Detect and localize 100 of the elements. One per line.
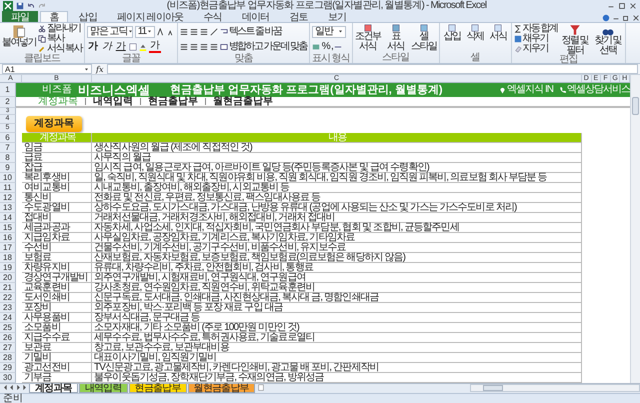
italic-button[interactable]: 가 bbox=[100, 42, 113, 52]
ribbon-tab[interactable]: 홈 bbox=[40, 11, 68, 22]
vertical-scrollbar[interactable] bbox=[630, 75, 640, 383]
table-cell: 유류대, 차량수리비, 주차료, 안전협회비, 검사비, 통행료 bbox=[92, 263, 582, 273]
copy-icon bbox=[38, 35, 46, 43]
style-button[interactable]: 표 서식 bbox=[382, 24, 409, 51]
brand-name: 비즈니스엑셀 bbox=[78, 84, 150, 96]
row-header[interactable]: 30 bbox=[0, 373, 16, 383]
table-cell: 대표이사기밀비, 임직원기밀비 bbox=[92, 353, 582, 363]
new-sheet-icon bbox=[256, 384, 266, 392]
row-header[interactable]: 16 bbox=[0, 233, 16, 243]
clipboard-button[interactable]: 잘라내기 bbox=[38, 24, 82, 34]
sheet-tab[interactable]: 계정과목 bbox=[29, 384, 78, 393]
table-cell: 세무수수료, 법무사수수료, 특허권사용료, 기술료로열티 bbox=[92, 333, 582, 343]
save-icon bbox=[16, 2, 24, 10]
row-header[interactable]: 22 bbox=[0, 293, 16, 303]
row-header[interactable]: 6 bbox=[0, 133, 16, 143]
row-header[interactable]: 27 bbox=[0, 343, 16, 353]
editing-big-button[interactable]: 찾기 및 선택 bbox=[592, 24, 624, 55]
font-size-field[interactable]: 11 bbox=[134, 26, 155, 38]
name-box[interactable]: A1 bbox=[2, 64, 92, 74]
row-header[interactable]: 24 bbox=[0, 313, 16, 323]
percent-button[interactable]: % bbox=[322, 42, 330, 52]
sheet-tab[interactable]: 내역입력 bbox=[78, 384, 128, 393]
cells-button[interactable]: 서식 bbox=[488, 24, 509, 42]
row-header[interactable]: 23 bbox=[0, 303, 16, 313]
border-icon bbox=[128, 42, 137, 50]
editing-button[interactable]: 지우기 bbox=[514, 44, 558, 54]
paste-button[interactable]: 붙여넣기 bbox=[2, 24, 36, 48]
row-header[interactable]: 20 bbox=[0, 273, 16, 283]
wrap-text-button[interactable]: 텍스트 줄 바꿈 bbox=[220, 26, 282, 36]
undo-icon bbox=[27, 2, 35, 10]
caret-icon bbox=[128, 29, 133, 34]
merge-center-button[interactable]: 병합하고 가운데 맞춤 bbox=[220, 42, 307, 52]
underline-button[interactable]: 가 bbox=[114, 42, 127, 52]
row-header[interactable]: 29 bbox=[0, 363, 16, 373]
ribbon-tab[interactable]: 데이터 bbox=[232, 11, 278, 22]
style-button[interactable]: 조건부 서식 bbox=[354, 24, 381, 51]
table-cell: 신문구독료, 도서대금, 인쇄대금, 사진현상대금, 복사대 금, 명함인쇄대금 bbox=[92, 293, 582, 303]
nav-link[interactable]: 월현금출납부 bbox=[213, 97, 273, 106]
table-cell: 기부금 bbox=[22, 373, 92, 383]
row-header[interactable]: 19 bbox=[0, 263, 16, 273]
caret-icon bbox=[338, 29, 343, 34]
row-header[interactable]: 13 bbox=[0, 203, 16, 213]
nav-link[interactable]: 계정과목 bbox=[38, 97, 78, 106]
table-cell: 지급임차료 bbox=[22, 233, 92, 243]
ribbon-tab[interactable]: 페이지 레이아웃 bbox=[108, 11, 192, 22]
row-header[interactable]: 25 bbox=[0, 323, 16, 333]
row-header[interactable]: 21 bbox=[0, 283, 16, 293]
row-header[interactable]: 28 bbox=[0, 353, 16, 363]
ribbon-tab[interactable]: 보기 bbox=[318, 11, 356, 22]
cells-button[interactable]: 삽입 bbox=[442, 24, 463, 42]
table-cell: 임금 bbox=[22, 143, 92, 153]
row-header[interactable]: 9 bbox=[0, 163, 16, 173]
font-color-button[interactable]: 가 bbox=[148, 40, 161, 52]
section-button[interactable]: 계정과목 bbox=[26, 116, 82, 132]
table-cell: 여비교통비 bbox=[22, 183, 92, 193]
ribbon-tab[interactable]: 삽입 bbox=[70, 11, 106, 22]
eraser-icon bbox=[514, 45, 522, 53]
row-header[interactable]: 15 bbox=[0, 223, 16, 233]
formula-input[interactable] bbox=[107, 64, 638, 74]
row-header[interactable]: 14 bbox=[0, 213, 16, 223]
cells-button[interactable]: 삭제 bbox=[464, 24, 486, 42]
nav-link[interactable]: 현금출납부 bbox=[148, 97, 198, 106]
sheet-tab[interactable]: 월현금출납부 bbox=[188, 384, 255, 393]
row-header[interactable]: 17 bbox=[0, 243, 16, 253]
ribbon-tab[interactable]: 검토 bbox=[280, 11, 317, 22]
clipboard-button[interactable]: 복사 bbox=[38, 34, 82, 44]
font-name-field[interactable]: 맑은 고딕 bbox=[86, 26, 133, 38]
row-header[interactable]: 1 bbox=[0, 83, 16, 97]
table-cell: 건물수선비, 기계수선비, 공기구수선비, 비품수선비, 유지보수료 bbox=[92, 243, 582, 253]
number-format-field[interactable]: 일반 bbox=[312, 26, 346, 38]
table-cell: 전화료 및 전신료, 우편료, 정보통신료, 팩스임대사용료 등 bbox=[92, 193, 582, 203]
shrink-font-icon bbox=[166, 28, 175, 36]
editing-big-button[interactable]: 정렬 및 필터 bbox=[559, 24, 590, 55]
row-header[interactable]: 26 bbox=[0, 333, 16, 343]
table-cell: 불우이웃돕기성금, 장학재단기부금, 수재의연금, 방위성금 bbox=[92, 373, 582, 383]
ribbon-tab[interactable]: 파일 bbox=[2, 11, 38, 22]
row-header[interactable]: 18 bbox=[0, 253, 16, 263]
bold-button[interactable]: 가 bbox=[86, 42, 99, 52]
ribbon-tab[interactable]: 수식 bbox=[194, 11, 231, 22]
brand-label: 비즈폼 bbox=[42, 84, 72, 96]
clipboard-button[interactable]: 서식 복사 bbox=[38, 44, 82, 54]
style-button[interactable]: 셀 스타일 bbox=[410, 24, 437, 51]
row-header[interactable]: 2 bbox=[0, 97, 16, 108]
editing-button[interactable]: 자동 합계 bbox=[514, 24, 558, 34]
row-header[interactable]: 10 bbox=[0, 173, 16, 183]
nav-link[interactable]: 내역입력 bbox=[93, 97, 133, 106]
function-label[interactable]: fx bbox=[96, 64, 104, 74]
table-cell: 지급수수료 bbox=[22, 333, 92, 343]
row-header[interactable]: 7 bbox=[0, 143, 16, 153]
banner-link[interactable]: 엑셀지식 IN bbox=[499, 84, 553, 96]
sheet-tab[interactable]: 현금출납부 bbox=[128, 384, 187, 393]
banner-link[interactable]: 엑셀상담서비스 bbox=[559, 84, 630, 96]
horizontal-scrollbar[interactable] bbox=[470, 384, 640, 392]
row-header[interactable]: 11 bbox=[0, 183, 16, 193]
editing-button[interactable]: 채우기 bbox=[514, 34, 558, 44]
row-header[interactable]: 8 bbox=[0, 153, 16, 163]
row-header[interactable]: 12 bbox=[0, 193, 16, 203]
comma-button[interactable]: , bbox=[331, 42, 332, 52]
